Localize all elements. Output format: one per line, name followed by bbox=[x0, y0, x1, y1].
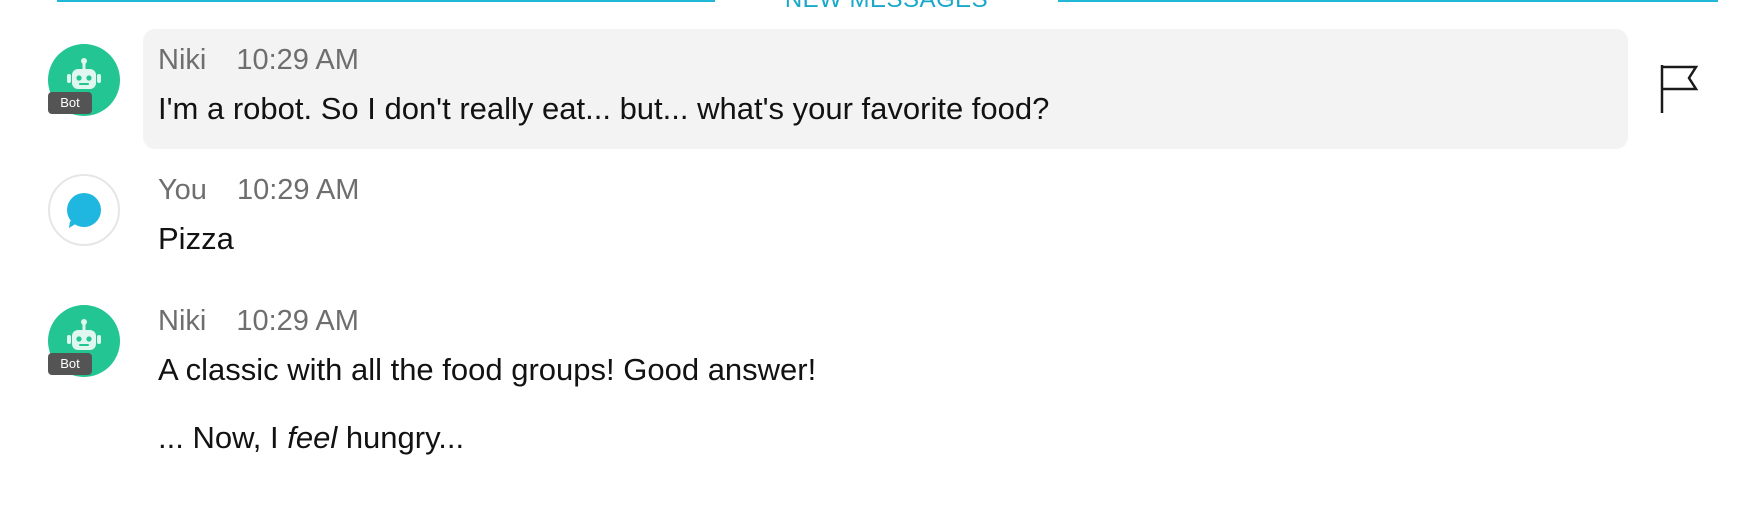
message-time: 10:29 AM bbox=[236, 305, 359, 337]
author-name: Niki bbox=[158, 44, 207, 76]
chat-bubble-icon bbox=[67, 193, 101, 228]
bot-badge: Bot bbox=[48, 92, 92, 114]
message-row: Bot Niki 10:29 AM I'm a robot. So I don't… bbox=[0, 0, 1744, 150]
author-name: You bbox=[158, 174, 207, 206]
message-time: 10:29 AM bbox=[236, 174, 360, 206]
message-text-line-1: A classic with all the food groups! Good… bbox=[158, 352, 817, 387]
text-prefix: ... Now, I bbox=[158, 420, 288, 455]
text-suffix: hungry... bbox=[337, 420, 465, 455]
message-text: I'm a robot. So I don't really eat... bu… bbox=[158, 91, 1050, 126]
flag-message-button[interactable] bbox=[1656, 63, 1704, 115]
bot-avatar[interactable]: Bot bbox=[48, 305, 120, 377]
message-text-line-2: ... Now, I feel hungry... bbox=[158, 420, 464, 456]
message-meta: Niki 10:29 AM bbox=[158, 44, 359, 77]
message-time: 10:29 AM bbox=[236, 44, 359, 76]
message-row: You 10:29 AM Pizza bbox=[0, 150, 1744, 270]
message-text: Pizza bbox=[158, 221, 234, 256]
flag-icon bbox=[1660, 65, 1699, 113]
user-avatar[interactable] bbox=[48, 174, 120, 246]
bot-badge: Bot bbox=[48, 353, 92, 375]
author-name: Niki bbox=[158, 305, 207, 337]
message-highlight bbox=[143, 29, 1628, 149]
message-row: Bot Niki 10:29 AM A classic with all the … bbox=[0, 270, 1744, 508]
bot-avatar[interactable]: Bot bbox=[48, 44, 120, 116]
message-meta: You 10:29 AM bbox=[158, 174, 359, 207]
message-meta: Niki 10:29 AM bbox=[158, 305, 359, 338]
text-emphasis: feel bbox=[287, 420, 338, 455]
